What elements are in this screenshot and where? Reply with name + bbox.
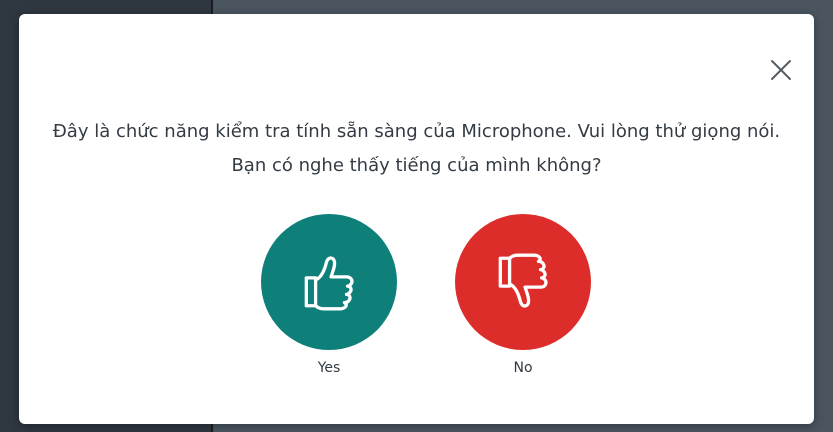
no-button[interactable] [455, 214, 591, 350]
yes-label: Yes [317, 360, 341, 376]
echo-test-modal: Đây là chức năng kiểm tra tính sẵn sàng … [19, 14, 814, 424]
thumbs-up-icon [304, 256, 354, 311]
close-button[interactable] [765, 54, 797, 86]
thumbs-down-icon [498, 253, 548, 308]
no-label: No [513, 360, 533, 376]
yes-choice: Yes [261, 214, 397, 378]
no-choice: No [455, 214, 591, 378]
yes-button[interactable] [261, 214, 397, 350]
echo-test-message: Đây là chức năng kiểm tra tính sẵn sàng … [52, 121, 781, 176]
close-icon [771, 60, 791, 80]
